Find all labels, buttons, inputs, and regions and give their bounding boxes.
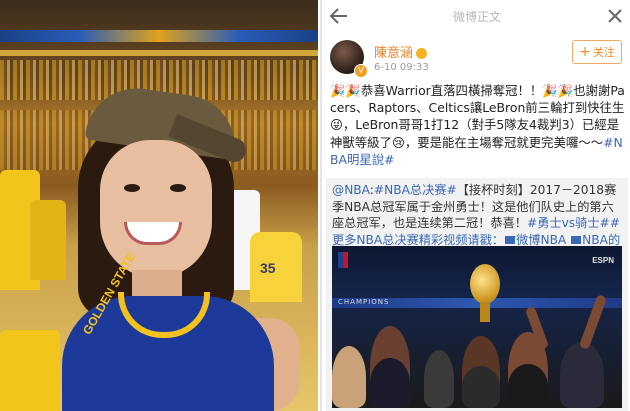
fan-bottom-left [0, 330, 60, 411]
selfie-photo: 35 GOLDEN STATE [0, 0, 318, 411]
right-eye [170, 184, 186, 192]
member-crown-icon [416, 48, 428, 59]
close-icon[interactable] [606, 7, 624, 25]
trophy-stem [480, 302, 490, 322]
champions-text: CHAMPIONS [338, 298, 390, 306]
repost-mention[interactable]: @NBA [332, 183, 370, 197]
fan-left-2 [30, 200, 66, 280]
left-eye [124, 184, 140, 192]
fan-number: 35 [260, 260, 276, 276]
repost-link-weibo-nba[interactable]: 微博NBA [516, 233, 566, 247]
repost-tag-finals[interactable]: #NBA总决赛# [374, 183, 457, 197]
post-text: 🎉🎉恭喜Warrior直落四橫掃奪冠！！🎉🎉也謝謝Pacers、Raptors、… [330, 83, 625, 150]
arena-banner-stripe [0, 50, 318, 56]
person-shirt [370, 358, 410, 408]
trophy [470, 264, 500, 304]
fan-jersey-35: 35 [250, 232, 302, 302]
follow-label: 关注 [592, 46, 615, 59]
repost-tag-matchup[interactable]: #勇士vs骑士# [527, 216, 610, 230]
author-name-text: 陳意涵 [374, 46, 414, 61]
person-shirt [462, 366, 500, 408]
post-body: 🎉🎉恭喜Warrior直落四橫掃奪冠！！🎉🎉也謝謝Pacers、Raptors、… [330, 82, 626, 168]
follow-button[interactable]: + 关注 [572, 40, 622, 64]
arena-banner [0, 30, 318, 42]
repost-image[interactable]: ESPN CHAMPIONS [332, 246, 622, 408]
repost-card[interactable]: @NBA:#NBA总决赛#【接杯时刻】2017－2018赛季NBA总冠军属于金州… [326, 178, 628, 411]
face [100, 140, 212, 278]
plus-icon: + [579, 44, 591, 60]
nba-logo [338, 252, 348, 268]
person [560, 342, 604, 408]
person [424, 350, 454, 408]
post-time: 6-10 09:33 [374, 62, 429, 73]
video-icon [505, 236, 516, 245]
author-name[interactable]: 陳意涵 [374, 42, 428, 61]
person [332, 346, 366, 408]
espn-logo: ESPN [592, 256, 614, 265]
weibo-screen: 微博正文 V 陳意涵 6-10 09:33 + 关注 🎉🎉恭喜Warrior直落四… [320, 0, 630, 411]
person-shirt [508, 364, 548, 408]
top-bar: 微博正文 [322, 0, 630, 32]
verified-badge-icon: V [354, 64, 368, 78]
page-title: 微博正文 [452, 10, 501, 24]
video-icon [571, 236, 582, 245]
